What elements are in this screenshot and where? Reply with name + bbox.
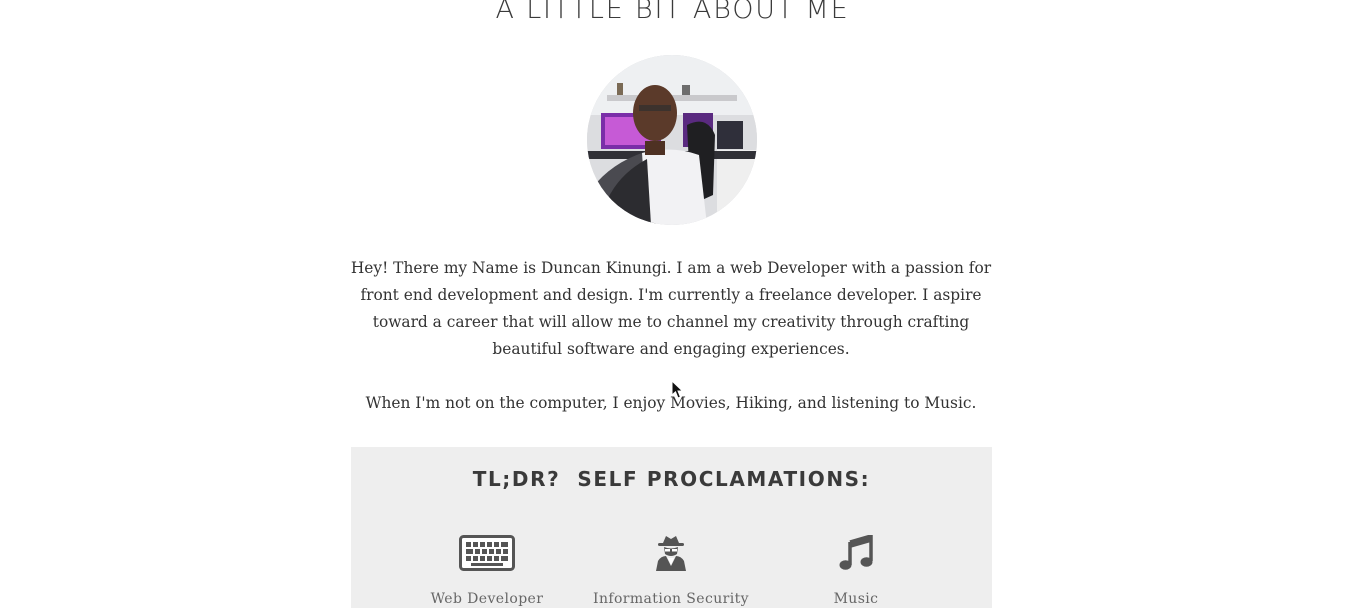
user-secret-icon (576, 535, 766, 579)
tldr-item-label: Music (833, 591, 879, 607)
mouse-cursor-icon (671, 380, 684, 399)
keyboard-icon (392, 535, 582, 579)
tldr-item-label: Information Security (593, 591, 749, 607)
tldr-item-label: Web Developer (430, 591, 544, 607)
tldr-item-music: Music (761, 535, 951, 608)
about-page: A LITTLE BIT ABOUT ME Hey! There my Name… (0, 0, 1345, 608)
bio-paragraph: Hey! There my Name is Duncan Kinungi. I … (350, 259, 992, 358)
music-note-icon (761, 535, 951, 579)
profile-photo (587, 55, 757, 225)
tldr-panel: TL;DR? SELF PROCLAMATIONS: Web Developer… (351, 447, 992, 608)
section-title: A LITTLE BIT ABOUT ME (495, 0, 850, 25)
tldr-item-web-developer: Web Developer (392, 535, 582, 608)
profile-photo-image (587, 55, 757, 225)
tldr-item-information-security: Information Security (576, 535, 766, 608)
tldr-title: TL;DR? SELF PROCLAMATIONS: (472, 467, 871, 491)
